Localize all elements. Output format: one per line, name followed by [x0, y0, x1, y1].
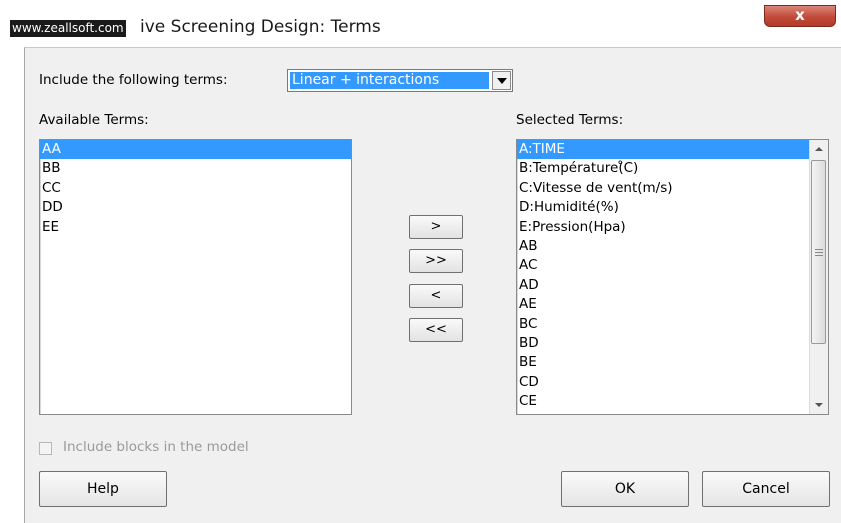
include-terms-value: Linear + interactions	[290, 72, 489, 89]
list-item[interactable]: A:TIME	[517, 140, 809, 160]
window-title: ive Screening Design: Terms	[140, 17, 381, 37]
list-item[interactable]: B:Température(̊C)	[517, 159, 809, 178]
list-item[interactable]: AA	[40, 140, 351, 160]
include-blocks-checkbox[interactable]	[39, 442, 52, 455]
list-item[interactable]: BD	[517, 334, 809, 353]
list-item[interactable]: E:Pression(Hpa)	[517, 218, 809, 237]
chevron-down-icon[interactable]	[492, 71, 511, 90]
help-button[interactable]: Help	[39, 471, 167, 507]
list-item[interactable]: EE	[40, 218, 351, 237]
list-item[interactable]: CE	[517, 392, 809, 411]
list-item[interactable]: AE	[517, 295, 809, 314]
list-item[interactable]: CD	[517, 373, 809, 392]
include-terms-dropdown[interactable]: Linear + interactions	[287, 69, 513, 92]
title-bar: www.zeallsoft.com ive Screening Design: …	[0, 0, 841, 46]
include-blocks-label: Include blocks in the model	[63, 439, 249, 455]
add-all-terms-button[interactable]: >>	[409, 249, 463, 273]
list-item[interactable]: DD	[40, 198, 351, 217]
scroll-down-icon[interactable]	[810, 396, 828, 414]
remove-all-terms-button[interactable]: <<	[409, 318, 463, 342]
list-item[interactable]: BC	[517, 315, 809, 334]
selected-terms-list[interactable]: A:TIME B:Température(̊C) C:Vitesse de ve…	[516, 139, 829, 415]
list-item[interactable]: BE	[517, 353, 809, 372]
cancel-button[interactable]: Cancel	[702, 471, 830, 507]
available-terms-label: Available Terms:	[39, 112, 149, 128]
list-item[interactable]: D:Humidité(%)	[517, 198, 809, 217]
ok-button[interactable]: OK	[561, 471, 689, 507]
dialog-body: Include the following terms: Linear + in…	[24, 47, 841, 523]
list-item[interactable]: AD	[517, 276, 809, 295]
list-item[interactable]: AB	[517, 237, 809, 256]
selected-terms-label: Selected Terms:	[516, 112, 624, 128]
grip-icon	[815, 249, 823, 256]
selected-terms-scrollbar[interactable]	[809, 140, 828, 414]
add-term-button[interactable]: >	[409, 215, 463, 239]
close-button[interactable]: x	[764, 5, 836, 27]
include-terms-label: Include the following terms:	[39, 72, 228, 88]
remove-term-button[interactable]: <	[409, 284, 463, 308]
list-item[interactable]: BB	[40, 159, 351, 178]
available-terms-list[interactable]: AA BB CC DD EE	[39, 139, 352, 415]
list-item[interactable]: CC	[40, 179, 351, 198]
watermark: www.zeallsoft.com	[10, 20, 126, 37]
scrollbar-thumb[interactable]	[811, 160, 826, 344]
list-item[interactable]: AC	[517, 256, 809, 275]
list-item[interactable]: C:Vitesse de vent(m/s)	[517, 179, 809, 198]
scroll-up-icon[interactable]	[810, 140, 828, 158]
